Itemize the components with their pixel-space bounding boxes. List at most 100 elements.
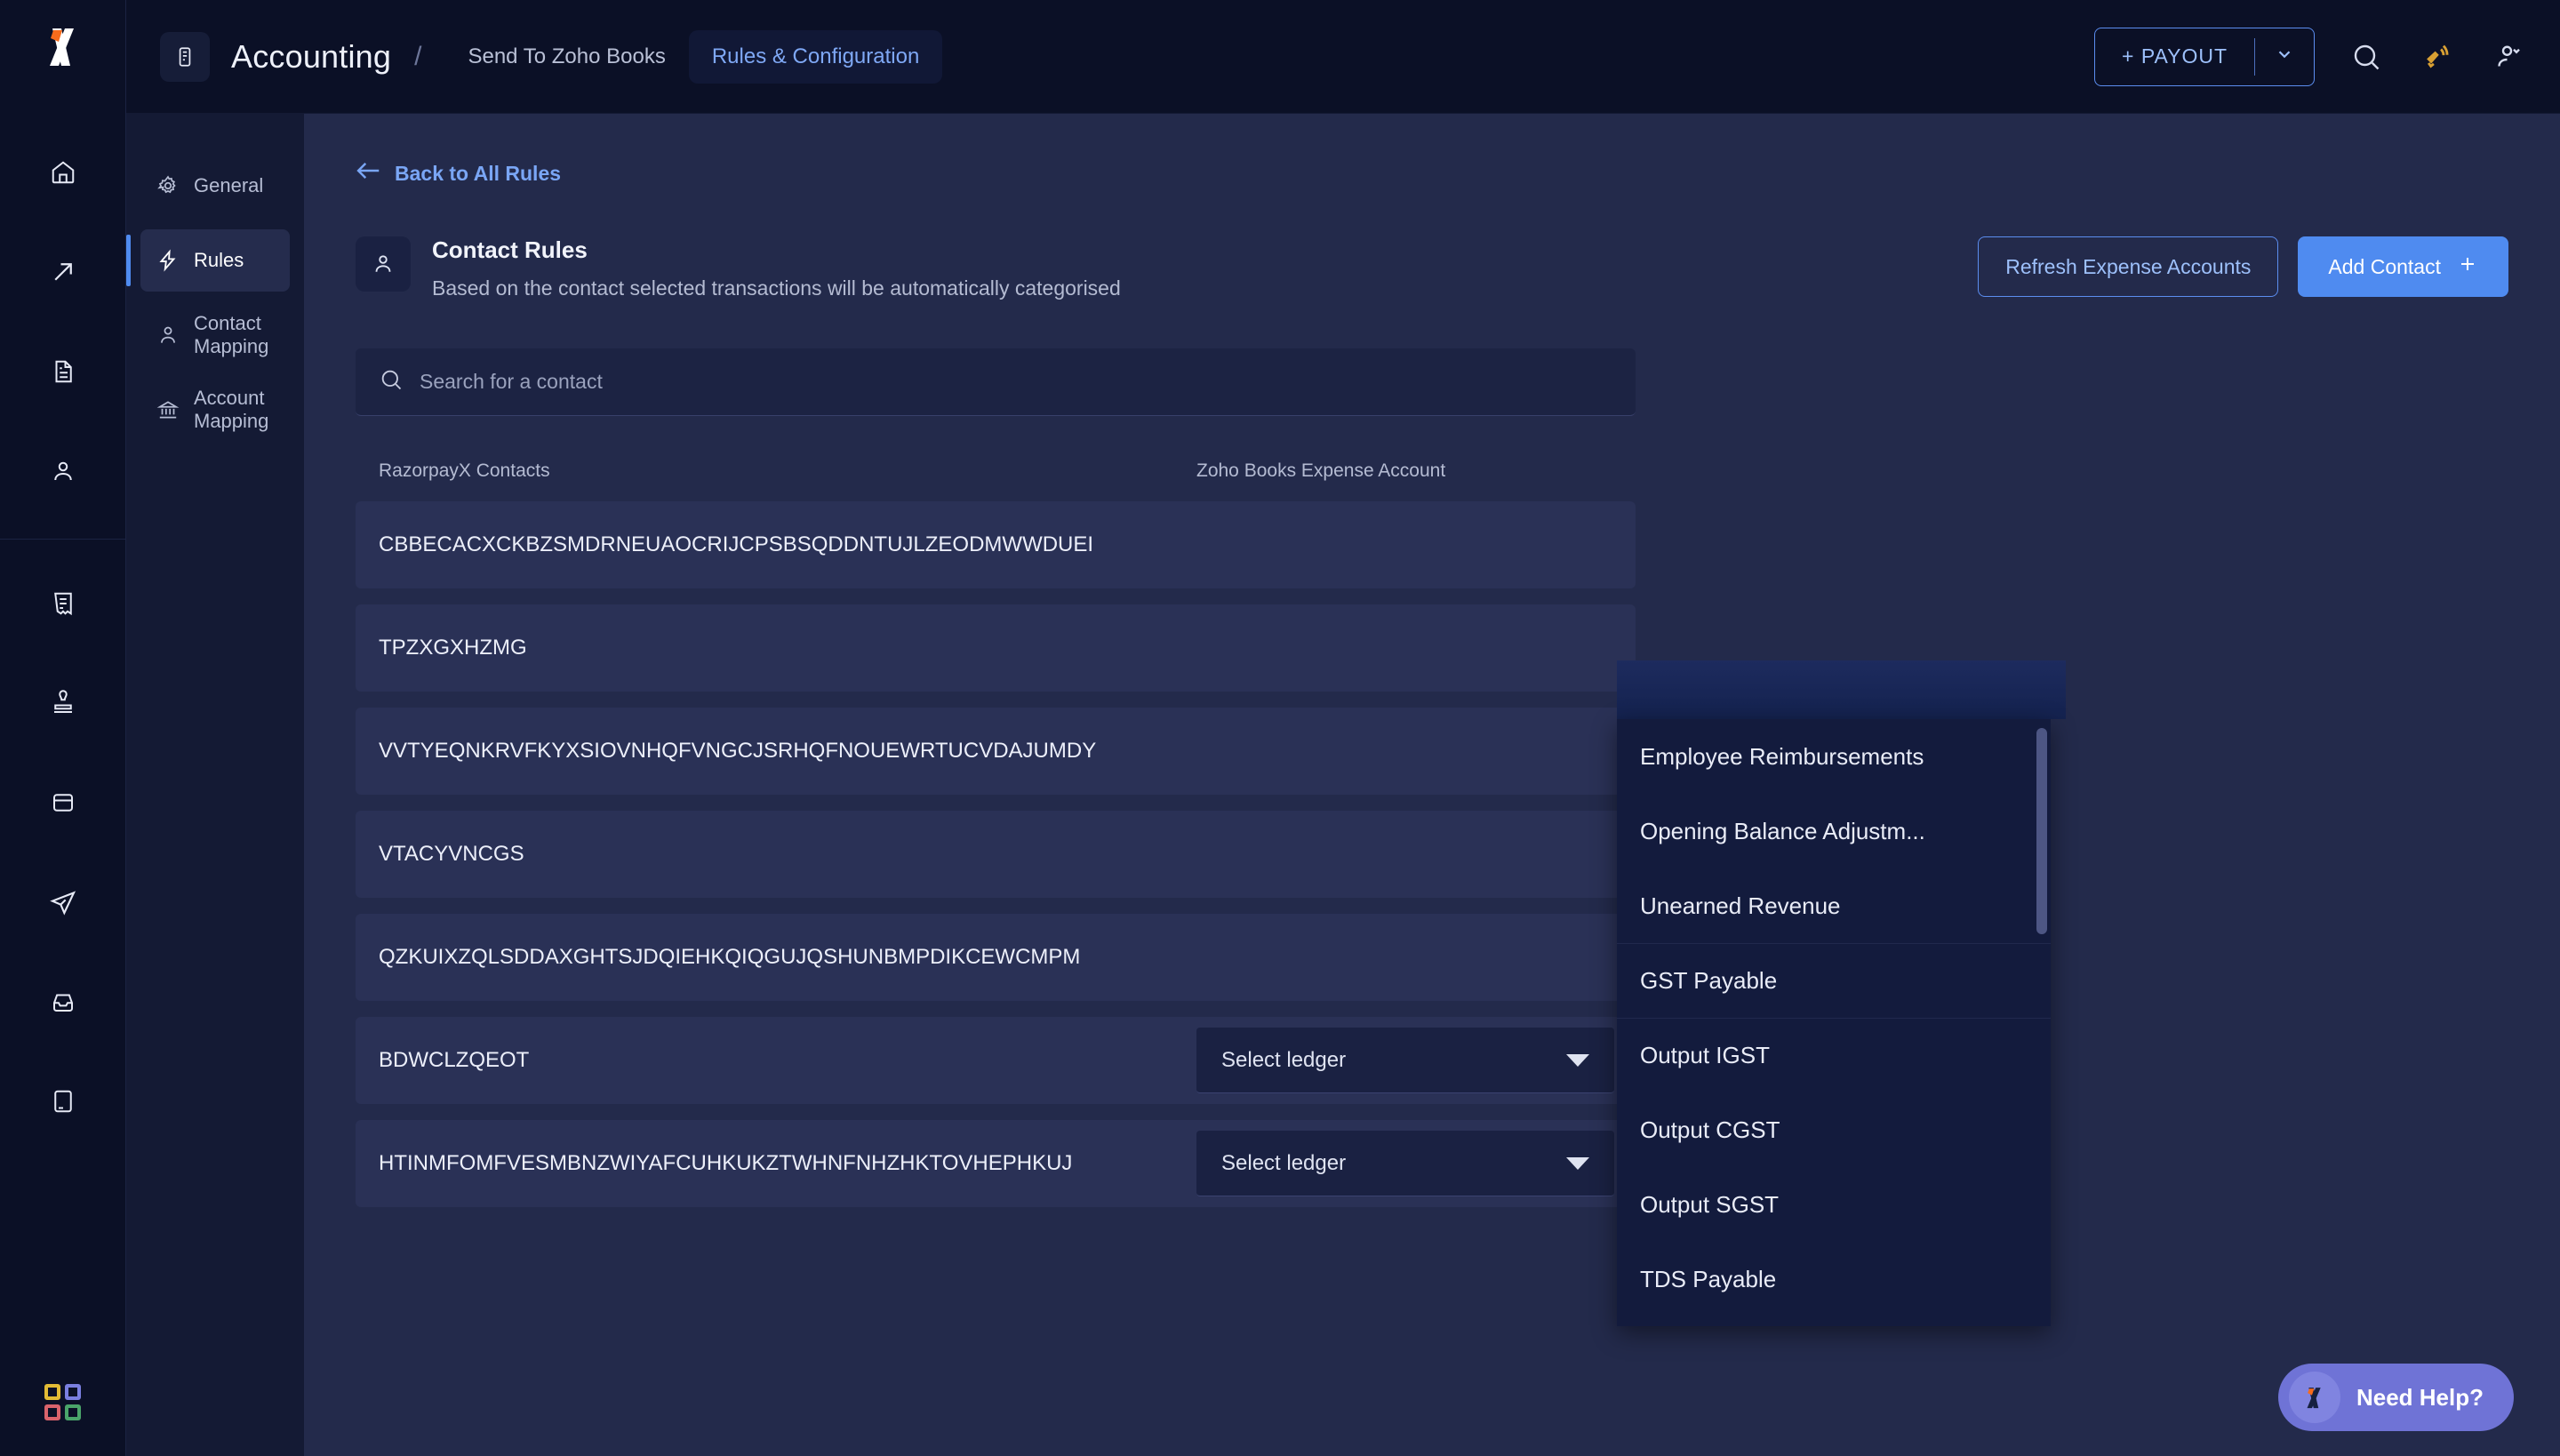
bank-icon [156, 398, 180, 421]
account-chevron-icon[interactable] [2489, 37, 2528, 76]
rail-item-reports[interactable] [0, 324, 125, 423]
rail-item-apps[interactable] [0, 1384, 125, 1420]
app-root: Accounting / Send To Zoho Books Rules & … [0, 0, 2560, 1456]
chevron-down-icon [1566, 1053, 1589, 1067]
document-icon [50, 358, 76, 389]
search-icon[interactable] [2347, 37, 2386, 76]
home-icon [50, 159, 76, 190]
tab-send-to-zoho-books[interactable]: Send To Zoho Books [444, 30, 688, 84]
need-help-label: Need Help? [2356, 1383, 2484, 1411]
main-content: Back to All Rules Contact Rules Based on… [304, 114, 2560, 1456]
contact-search-bar[interactable] [356, 348, 1636, 416]
ledger-cell: Select ledger [1196, 1028, 1614, 1093]
table-row[interactable]: CBBECACXCKBZSMDRNEUAOCRIJCPSBSQDDNTUJLZE… [356, 501, 1636, 588]
contact-name: QZKUIXZQLSDDAXGHTSJDQIEHKQIQGUJQSHUNBMPD… [379, 945, 1081, 969]
ledger-select[interactable]: Select ledger [1196, 1028, 1614, 1093]
contact-rules-icon [356, 236, 411, 292]
body: General Rules Contact Mapping Account Ma… [126, 114, 2560, 1456]
table-row[interactable]: VVTYEQNKRVFKYXSIOVNHQFVNGCJSRHQFNOUEWRTU… [356, 708, 1636, 795]
inbox-icon [50, 988, 76, 1020]
payout-button-label[interactable]: + PAYOUT [2095, 28, 2254, 85]
dropdown-option[interactable]: Output IGST [1617, 1018, 2051, 1092]
table-row[interactable]: TPZXGXHZMG [356, 604, 1636, 692]
contact-name: BDWCLZQEOT [379, 1048, 530, 1072]
sidebar-item-rules[interactable]: Rules [126, 229, 290, 292]
accounting-module-icon[interactable] [160, 31, 210, 82]
table-row[interactable]: BDWCLZQEOT Select ledger [356, 1017, 1636, 1104]
apps-grid-icon [44, 1384, 81, 1420]
back-link-label: Back to All Rules [395, 161, 562, 185]
dropdown-option[interactable]: Output CGST [1617, 1092, 2051, 1167]
sidebar-item-contact-mapping[interactable]: Contact Mapping [140, 304, 290, 366]
dropdown-option[interactable]: GST Payable [1617, 943, 2051, 1018]
table-row[interactable]: HTINMFOMFVESMBNZWIYAFCUHKUKZTWHNFNHZHKTO… [356, 1120, 1636, 1207]
contact-rules-table: RazorpayX Contacts Zoho Books Expense Ac… [356, 460, 1636, 1207]
table-header-row: RazorpayX Contacts Zoho Books Expense Ac… [356, 460, 1636, 501]
rail-divider [0, 539, 125, 540]
ledger-cell: Select ledger [1196, 1131, 1614, 1196]
rail-item-inbox[interactable] [0, 954, 125, 1053]
invoice-icon [50, 590, 76, 621]
sidebar-item-label: General [194, 174, 264, 196]
contact-name: VVTYEQNKRVFKYXSIOVNHQFVNGCJSRHQFNOUEWRTU… [379, 739, 1097, 763]
rail-item-tax-payments[interactable] [0, 655, 125, 755]
table-row[interactable]: VTACYVNCGS [356, 811, 1636, 898]
primary-nav-rail [0, 0, 126, 1456]
contact-rules-subtitle: Based on the contact selected transactio… [432, 276, 1121, 300]
send-icon [49, 888, 77, 921]
payout-button[interactable]: + PAYOUT [2094, 27, 2315, 86]
payout-dropdown-toggle[interactable] [2255, 28, 2314, 85]
rail-item-accounting[interactable] [0, 1053, 125, 1153]
chevron-down-icon [2275, 44, 2294, 68]
page-header-text: Contact Rules Based on the contact selec… [432, 236, 1121, 300]
dropdown-option[interactable]: Output SGST [1617, 1167, 2051, 1242]
razorpayx-logo-icon[interactable] [38, 21, 88, 71]
add-contact-button[interactable]: Add Contact [2298, 236, 2508, 297]
search-input[interactable] [420, 370, 1612, 394]
contact-name: CBBECACXCKBZSMDRNEUAOCRIJCPSBSQDDNTUJLZE… [379, 532, 1094, 556]
right-pane: Accounting / Send To Zoho Books Rules & … [126, 0, 2560, 1456]
top-bar: Accounting / Send To Zoho Books Rules & … [126, 0, 2560, 114]
dropdown-option[interactable]: Opening Balance Adjustm... [1617, 794, 2051, 868]
dropdown-scrollbar[interactable] [2036, 728, 2047, 934]
trending-up-icon [50, 259, 76, 290]
rail-item-contacts[interactable] [0, 423, 125, 523]
refresh-expense-accounts-button[interactable]: Refresh Expense Accounts [1978, 236, 2279, 297]
page-header: Contact Rules Based on the contact selec… [356, 236, 2508, 300]
person-icon [50, 458, 76, 489]
ledger-select[interactable]: Select ledger [1196, 1131, 1614, 1196]
page-header-actions: Refresh Expense Accounts Add Contact [1978, 236, 2508, 297]
breadcrumb-separator: / [414, 41, 422, 71]
card-icon [50, 789, 76, 820]
sidebar-item-label: Rules [194, 249, 244, 271]
megaphone-icon[interactable] [2418, 37, 2457, 76]
contact-rules-title: Contact Rules [432, 236, 588, 263]
sidebar-item-general[interactable]: General [140, 155, 290, 217]
rail-item-invoices[interactable] [0, 556, 125, 655]
lightning-icon [156, 249, 180, 272]
page-title: Accounting [231, 37, 392, 75]
settings-sidebar: General Rules Contact Mapping Account Ma… [126, 114, 304, 1456]
rail-item-home[interactable] [0, 124, 125, 224]
tab-rules-and-configuration[interactable]: Rules & Configuration [688, 29, 943, 84]
top-bar-actions: + PAYOUT [2094, 27, 2528, 86]
dropdown-option[interactable]: TDS Payable [1617, 1242, 2051, 1316]
chevron-down-icon [1566, 1156, 1589, 1170]
search-icon [379, 367, 404, 396]
contact-name: VTACYVNCGS [379, 842, 524, 866]
dropdown-option[interactable]: Employee Reimbursements [1617, 719, 2051, 794]
rail-icon-list [0, 124, 125, 1153]
dropdown-option[interactable]: Unearned Revenue [1617, 868, 2051, 943]
rail-item-cards[interactable] [0, 755, 125, 854]
sidebar-item-label: Account Mapping [194, 387, 269, 432]
table-row[interactable]: QZKUIXZQLSDDAXGHTSJDQIEHKQIQGUJQSHUNBMPD… [356, 914, 1636, 1001]
sidebar-item-account-mapping[interactable]: Account Mapping [140, 379, 290, 441]
need-help-button[interactable]: Need Help? [2277, 1364, 2514, 1431]
razorpayx-logo-icon [2288, 1372, 2340, 1423]
add-contact-label: Add Contact [2328, 254, 2441, 278]
ledger-dropdown: Employee Reimbursements Opening Balance … [1617, 660, 2066, 1326]
ledger-dropdown-trigger-highlight[interactable] [1617, 660, 2066, 719]
back-to-all-rules-link[interactable]: Back to All Rules [356, 160, 2508, 187]
rail-item-payouts[interactable] [0, 224, 125, 324]
rail-item-send[interactable] [0, 854, 125, 954]
